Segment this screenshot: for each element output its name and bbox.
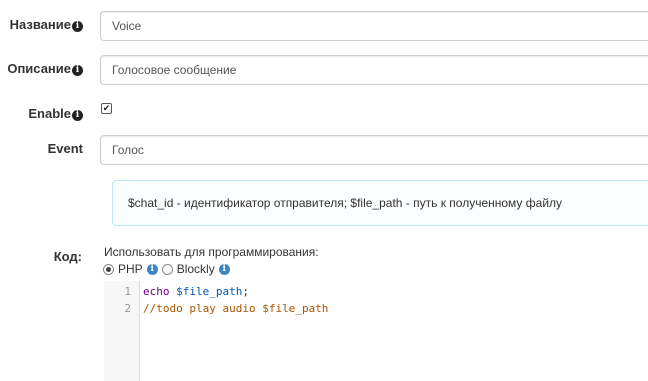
info-icon[interactable]: i — [72, 110, 83, 121]
description-label-row: Описание i — [7, 61, 83, 76]
code-line-2[interactable]: //todo play audio $file_path — [143, 302, 328, 315]
event-label-row: Event — [48, 141, 83, 156]
php-radio[interactable] — [103, 263, 114, 275]
name-label: Название — [9, 17, 71, 32]
code-variable: $file_path — [176, 285, 243, 298]
code-line-1[interactable]: echo $file_path; — [143, 285, 249, 298]
event-value: Голос — [112, 143, 144, 157]
code-label-row: Код: — [54, 249, 82, 264]
code-mode-radio-group: PHP i Blockly i — [103, 262, 230, 276]
code-keyword: echo — [143, 285, 170, 298]
name-value: Voice — [112, 19, 142, 33]
info-icon[interactable]: i — [146, 263, 158, 275]
info-icon[interactable]: i — [218, 263, 230, 275]
check-icon: ✔ — [102, 103, 111, 113]
code-intro: Использовать для программирования: — [104, 245, 319, 259]
info-icon[interactable]: i — [72, 21, 83, 32]
blockly-radio[interactable] — [161, 263, 173, 275]
help-box: $chat_id - идентификатор отправителя; $f… — [112, 180, 648, 226]
line-number: 2 — [124, 302, 131, 315]
description-input[interactable]: Голосовое сообщение — [100, 55, 648, 85]
event-label: Event — [47, 141, 83, 156]
name-input[interactable]: Voice — [100, 11, 648, 41]
code-label: Код: — [53, 249, 82, 264]
code-editor[interactable]: 1 2 echo $file_path; //todo play audio $… — [104, 281, 648, 381]
help-text: $chat_id - идентификатор отправителя; $f… — [128, 196, 563, 210]
event-input[interactable]: Голос — [100, 135, 648, 165]
enable-label: Enable — [28, 106, 71, 121]
enable-label-row: Enable i — [28, 106, 83, 121]
enable-checkbox[interactable]: ✔ — [101, 103, 112, 114]
php-radio-label[interactable]: PHP — [118, 262, 143, 276]
name-label-row: Название i — [10, 17, 83, 32]
line-number: 1 — [124, 285, 131, 298]
description-label: Описание — [7, 61, 71, 76]
line-number-gutter: 1 2 — [104, 281, 140, 381]
code-punct: ; — [242, 285, 249, 298]
blockly-radio-label[interactable]: Blockly — [177, 262, 215, 276]
info-icon[interactable]: i — [72, 65, 83, 76]
description-value: Голосовое сообщение — [112, 63, 237, 77]
